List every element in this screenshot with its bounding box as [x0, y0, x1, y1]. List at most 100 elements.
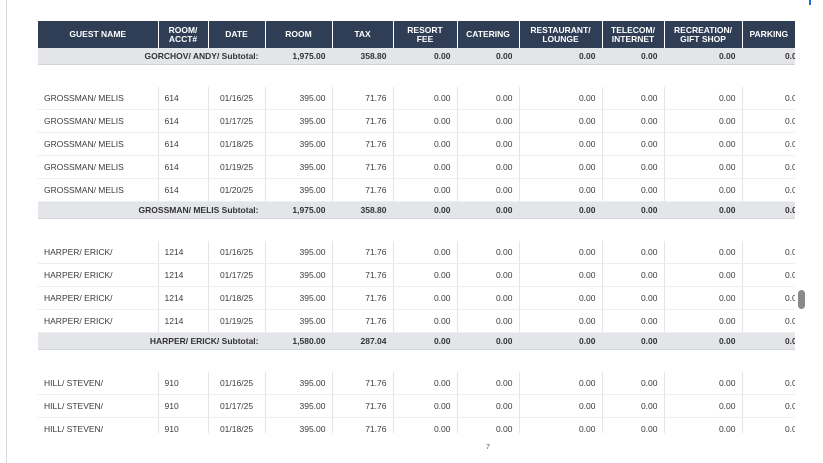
cell-restaurant-lounge: 0.00: [519, 286, 603, 310]
cell-restaurant-lounge: 0.00: [519, 394, 603, 418]
subtotal-telecom: 0.00: [602, 332, 665, 350]
header-tax: TAX: [332, 21, 394, 48]
cell-guest-name: HILL/ STEVEN/: [38, 394, 159, 418]
cell-resort-fee: 0.00: [393, 241, 458, 264]
cell-date: 01/18/25: [208, 132, 266, 156]
cell-catering: 0.00: [457, 132, 520, 156]
cell-telecom-internet: 0.00: [602, 286, 665, 310]
table-row: HILL/ STEVEN/910 01/16/25 395.00 71.76 0.00 0…: [38, 372, 795, 395]
subtotal-tax: 358.80: [332, 201, 394, 219]
subtotal-resort: 0.00: [393, 48, 458, 65]
cell-restaurant-lounge: 0.00: [519, 132, 603, 156]
cell-room: 395.00: [265, 309, 333, 333]
group-spacer: [38, 350, 795, 373]
cell-parking: 0.00: [742, 241, 795, 264]
cell-catering: 0.00: [457, 155, 520, 179]
header-room-acct: ROOM/ACCT#: [158, 21, 209, 48]
cell-catering: 0.00: [457, 87, 520, 110]
cell-catering: 0.00: [457, 309, 520, 333]
cell-tax: 71.76: [332, 109, 394, 133]
subtotal-row: HARPER/ ERICK/ Subtotal: 1,580.00 287.04 0.…: [38, 332, 795, 350]
table-row: HARPER/ ERICK/1214 01/18/25 395.00 71.76 0.0…: [38, 286, 795, 310]
cell-date: 01/18/25: [208, 417, 266, 433]
cell-telecom-internet: 0.00: [602, 372, 665, 395]
subtotal-tax: 358.80: [332, 48, 394, 65]
cell-resort-fee: 0.00: [393, 155, 458, 179]
cell-resort-fee: 0.00: [393, 178, 458, 202]
guest-ledger-table: GUEST NAME ROOM/ACCT# DATE ROOM TAX RESO…: [38, 21, 795, 433]
cell-room-acct: 1214: [158, 286, 209, 310]
cell-tax: 71.76: [332, 87, 394, 110]
header-date: DATE: [208, 21, 266, 48]
cell-guest-name: GROSSMAN/ MELIS: [38, 178, 159, 202]
cell-room-acct: 910: [158, 417, 209, 433]
header-telecom-internet: TELECOM/INTERNET: [602, 21, 665, 48]
cell-room-acct: 1214: [158, 263, 209, 287]
cell-parking: 0.00: [742, 286, 795, 310]
cell-date: 01/20/25: [208, 178, 266, 202]
vertical-scrollbar[interactable]: [795, 0, 809, 463]
cell-parking: 0.00: [742, 109, 795, 133]
cell-recreation-gift-shop: 0.00: [664, 155, 743, 179]
table-row: GROSSMAN/ MELIS 614 01/17/25 395.00 71.76 0.0…: [38, 109, 795, 133]
subtotal-row: GROSSMAN/ MELIS Subtotal: 1,975.00 358.80 0…: [38, 201, 795, 219]
subtotal-room: 1,975.00: [265, 201, 333, 219]
cell-room-acct: 614: [158, 109, 209, 133]
cell-telecom-internet: 0.00: [602, 87, 665, 110]
cell-guest-name: GROSSMAN/ MELIS: [38, 109, 159, 133]
cell-room: 395.00: [265, 417, 333, 433]
table-header: GUEST NAME ROOM/ACCT# DATE ROOM TAX RESO…: [38, 21, 795, 48]
subtotal-parking: 0.00: [742, 332, 795, 350]
cell-catering: 0.00: [457, 109, 520, 133]
cell-room: 395.00: [265, 87, 333, 110]
header-parking: PARKING: [742, 21, 795, 48]
cell-catering: 0.00: [457, 178, 520, 202]
header-resort-fee: RESORT FEE: [393, 21, 458, 48]
cell-guest-name: GROSSMAN/ MELIS: [38, 155, 159, 179]
cell-room: 395.00: [265, 155, 333, 179]
cell-telecom-internet: 0.00: [602, 155, 665, 179]
subtotal-catering: 0.00: [457, 48, 520, 65]
cell-parking: 0.00: [742, 263, 795, 287]
cell-catering: 0.00: [457, 263, 520, 287]
cell-recreation-gift-shop: 0.00: [664, 372, 743, 395]
cell-date: 01/17/25: [208, 109, 266, 133]
cell-room: 395.00: [265, 241, 333, 264]
cell-room: 395.00: [265, 394, 333, 418]
cell-catering: 0.00: [457, 417, 520, 433]
cell-restaurant-lounge: 0.00: [519, 309, 603, 333]
cell-tax: 71.76: [332, 263, 394, 287]
cell-tax: 71.76: [332, 155, 394, 179]
cell-parking: 0.00: [742, 372, 795, 395]
cell-restaurant-lounge: 0.00: [519, 417, 603, 433]
cell-telecom-internet: 0.00: [602, 417, 665, 433]
cell-room-acct: 910: [158, 394, 209, 418]
subtotal-telecom: 0.00: [602, 201, 665, 219]
cell-guest-name: HARPER/ ERICK/: [38, 309, 159, 333]
cell-parking: 0.00: [742, 394, 795, 418]
subtotal-resort: 0.00: [393, 201, 458, 219]
header-restaurant-lounge: RESTAURANT/LOUNGE: [519, 21, 603, 48]
cell-resort-fee: 0.00: [393, 309, 458, 333]
scrollbar-thumb[interactable]: [798, 290, 805, 309]
cell-recreation-gift-shop: 0.00: [664, 263, 743, 287]
cell-restaurant-lounge: 0.00: [519, 87, 603, 110]
cell-room-acct: 614: [158, 87, 209, 110]
cell-tax: 71.76: [332, 372, 394, 395]
cell-recreation-gift-shop: 0.00: [664, 132, 743, 156]
table-row: HILL/ STEVEN/910 01/18/25 395.00 71.76 0.00 0…: [38, 417, 795, 433]
table-row: HARPER/ ERICK/1214 01/19/25 395.00 71.76 0.0…: [38, 309, 795, 333]
cell-guest-name: HARPER/ ERICK/: [38, 286, 159, 310]
cell-date: 01/16/25: [208, 372, 266, 395]
cell-catering: 0.00: [457, 241, 520, 264]
cell-parking: 0.00: [742, 132, 795, 156]
table-row: GROSSMAN/ MELIS 614 01/20/25 395.00 71.76 0.0…: [38, 178, 795, 202]
cell-resort-fee: 0.00: [393, 87, 458, 110]
cell-catering: 0.00: [457, 372, 520, 395]
subtotal-row: GORCHOV/ ANDY/ Subtotal: 1,975.00 358.80 0.…: [38, 48, 795, 65]
cell-room: 395.00: [265, 132, 333, 156]
header-catering: CATERING: [457, 21, 520, 48]
cell-restaurant-lounge: 0.00: [519, 178, 603, 202]
subtotal-tax: 287.04: [332, 332, 394, 350]
cell-resort-fee: 0.00: [393, 132, 458, 156]
